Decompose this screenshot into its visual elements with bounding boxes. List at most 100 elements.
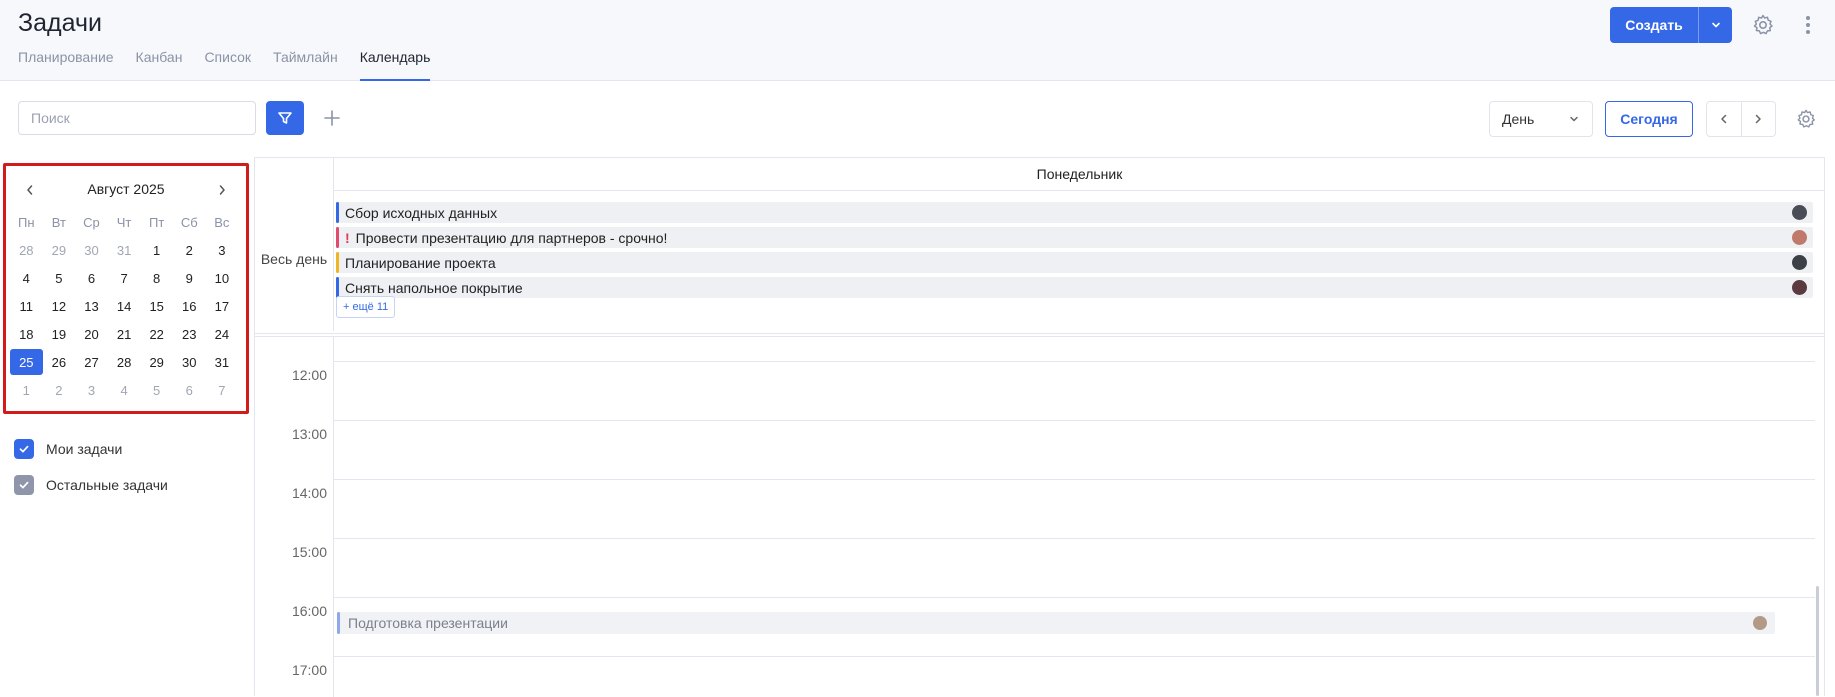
- add-filter-button[interactable]: [318, 104, 346, 132]
- calendar-day[interactable]: 31: [108, 237, 141, 263]
- calendar-day[interactable]: 5: [140, 377, 173, 403]
- my-tasks-checkbox[interactable]: [14, 439, 34, 459]
- calendar-day[interactable]: 21: [108, 321, 141, 347]
- page-header: Задачи Планирование Канбан Список Таймла…: [0, 0, 1835, 81]
- calendar-day[interactable]: 7: [206, 377, 239, 403]
- timed-event[interactable]: Подготовка презентации: [337, 612, 1775, 634]
- other-tasks-label: Остальные задачи: [46, 477, 168, 493]
- mini-calendar-title: Август 2025: [87, 181, 165, 197]
- calendar-day[interactable]: 18: [10, 321, 43, 347]
- calendar-day[interactable]: 2: [43, 377, 76, 403]
- chevron-down-icon: [1711, 22, 1720, 28]
- event-title: Провести презентацию для партнеров - сро…: [355, 229, 668, 246]
- avatar: [1753, 616, 1767, 630]
- search-input[interactable]: [18, 101, 256, 135]
- tab-calendar[interactable]: Календарь: [359, 49, 431, 81]
- more-menu-button[interactable]: [1796, 12, 1820, 38]
- calendar-day[interactable]: 2: [173, 237, 206, 263]
- next-day-button[interactable]: [1742, 102, 1776, 136]
- avatar: [1792, 280, 1807, 295]
- event-title: Снять напольное покрытие: [345, 279, 523, 296]
- calendar-day[interactable]: 23: [173, 321, 206, 347]
- mini-calendar-next-button[interactable]: [212, 180, 232, 200]
- calendar-day[interactable]: 8: [140, 265, 173, 291]
- calendar-day[interactable]: 28: [10, 237, 43, 263]
- calendar-day[interactable]: 17: [206, 293, 239, 319]
- chevron-left-icon: [1721, 114, 1726, 124]
- calendar-day[interactable]: 30: [75, 237, 108, 263]
- create-button-label[interactable]: Создать: [1610, 17, 1698, 33]
- calendar-day[interactable]: 31: [206, 349, 239, 375]
- calendar-day[interactable]: 24: [206, 321, 239, 347]
- calendar-week-row: 11 12 13 14 15 16 17: [10, 292, 242, 320]
- calendar-day[interactable]: 14: [108, 293, 141, 319]
- hour-label: 15:00: [291, 544, 327, 560]
- calendar-day[interactable]: 3: [206, 237, 239, 263]
- allday-event[interactable]: Снять напольное покрытие: [336, 277, 1813, 298]
- calendar-day[interactable]: 6: [173, 377, 206, 403]
- calendar-day[interactable]: 6: [75, 265, 108, 291]
- filter-button[interactable]: [266, 101, 304, 135]
- calendar-day[interactable]: 30: [173, 349, 206, 375]
- calendar-day[interactable]: 19: [43, 321, 76, 347]
- today-button[interactable]: Сегодня: [1605, 101, 1693, 137]
- tab-timeline[interactable]: Таймлайн: [273, 49, 338, 81]
- more-events-button[interactable]: + ещё 11: [336, 296, 396, 318]
- calendar-day[interactable]: 29: [140, 349, 173, 375]
- calendar-day[interactable]: 7: [108, 265, 141, 291]
- calendar-day[interactable]: 27: [75, 349, 108, 375]
- scrollbar[interactable]: [1816, 586, 1819, 696]
- check-icon: [19, 481, 29, 489]
- calendar-day[interactable]: 28: [108, 349, 141, 375]
- event-title: Планирование проекта: [345, 254, 496, 271]
- calendar-day[interactable]: 16: [173, 293, 206, 319]
- calendar-week-row: 1234567: [10, 376, 242, 404]
- allday-event[interactable]: ! Провести презентацию для партнеров - с…: [336, 227, 1813, 248]
- hour-line: [333, 656, 1815, 657]
- allday-event[interactable]: Планирование проекта: [336, 252, 1813, 273]
- view-mode-value: День: [1502, 111, 1535, 127]
- create-button[interactable]: Создать: [1610, 7, 1732, 43]
- calendar-day[interactable]: 29: [43, 237, 76, 263]
- tab-planning[interactable]: Планирование: [18, 49, 114, 81]
- calendar-day[interactable]: 4: [108, 377, 141, 403]
- calendar-week-row: 18 19 20 21 22 23 24: [10, 320, 242, 348]
- view-mode-select[interactable]: День: [1489, 101, 1593, 137]
- calendar-day[interactable]: 26: [43, 349, 76, 375]
- allday-event[interactable]: Сбор исходных данных: [336, 202, 1813, 223]
- calendar-day[interactable]: 1: [10, 377, 43, 403]
- calendar-day[interactable]: 13: [75, 293, 108, 319]
- gear-icon: [1797, 109, 1815, 128]
- create-dropdown-toggle[interactable]: [1699, 19, 1732, 31]
- chevron-right-icon: [1756, 114, 1761, 124]
- chevron-down-icon: [1570, 116, 1578, 122]
- calendar-settings-button[interactable]: [1794, 107, 1818, 131]
- hour-label: 13:00: [291, 426, 327, 442]
- weekday-label: Пт: [149, 214, 165, 230]
- calendar-day[interactable]: 9: [173, 265, 206, 291]
- calendar-day[interactable]: 10: [206, 265, 239, 291]
- calendar-week-row: 25 26 27 28 29 30 31: [10, 348, 242, 376]
- other-tasks-checkbox[interactable]: [14, 475, 34, 495]
- calendar-day[interactable]: 15: [140, 293, 173, 319]
- calendar-day[interactable]: 12: [43, 293, 76, 319]
- hour-line: [333, 361, 1815, 362]
- calendar-day[interactable]: 22: [140, 321, 173, 347]
- previous-day-button[interactable]: [1707, 102, 1742, 136]
- other-tasks-filter[interactable]: Остальные задачи: [14, 475, 168, 495]
- urgent-icon: !: [345, 229, 350, 246]
- calendar-day[interactable]: 4: [10, 265, 43, 291]
- tab-kanban[interactable]: Канбан: [136, 49, 183, 81]
- calendar-day[interactable]: 3: [75, 377, 108, 403]
- calendar-day[interactable]: 5: [43, 265, 76, 291]
- my-tasks-filter[interactable]: Мои задачи: [14, 439, 122, 459]
- calendar-day[interactable]: 11: [10, 293, 43, 319]
- calendar-day[interactable]: 1: [140, 237, 173, 263]
- settings-button[interactable]: [1750, 12, 1776, 38]
- page-title: Задачи: [18, 9, 102, 37]
- event-title: Сбор исходных данных: [345, 204, 498, 221]
- calendar-day[interactable]: 20: [75, 321, 108, 347]
- weekday-label: Вт: [51, 214, 66, 230]
- calendar-day[interactable]: 25: [10, 349, 43, 375]
- tab-list[interactable]: Список: [204, 49, 251, 81]
